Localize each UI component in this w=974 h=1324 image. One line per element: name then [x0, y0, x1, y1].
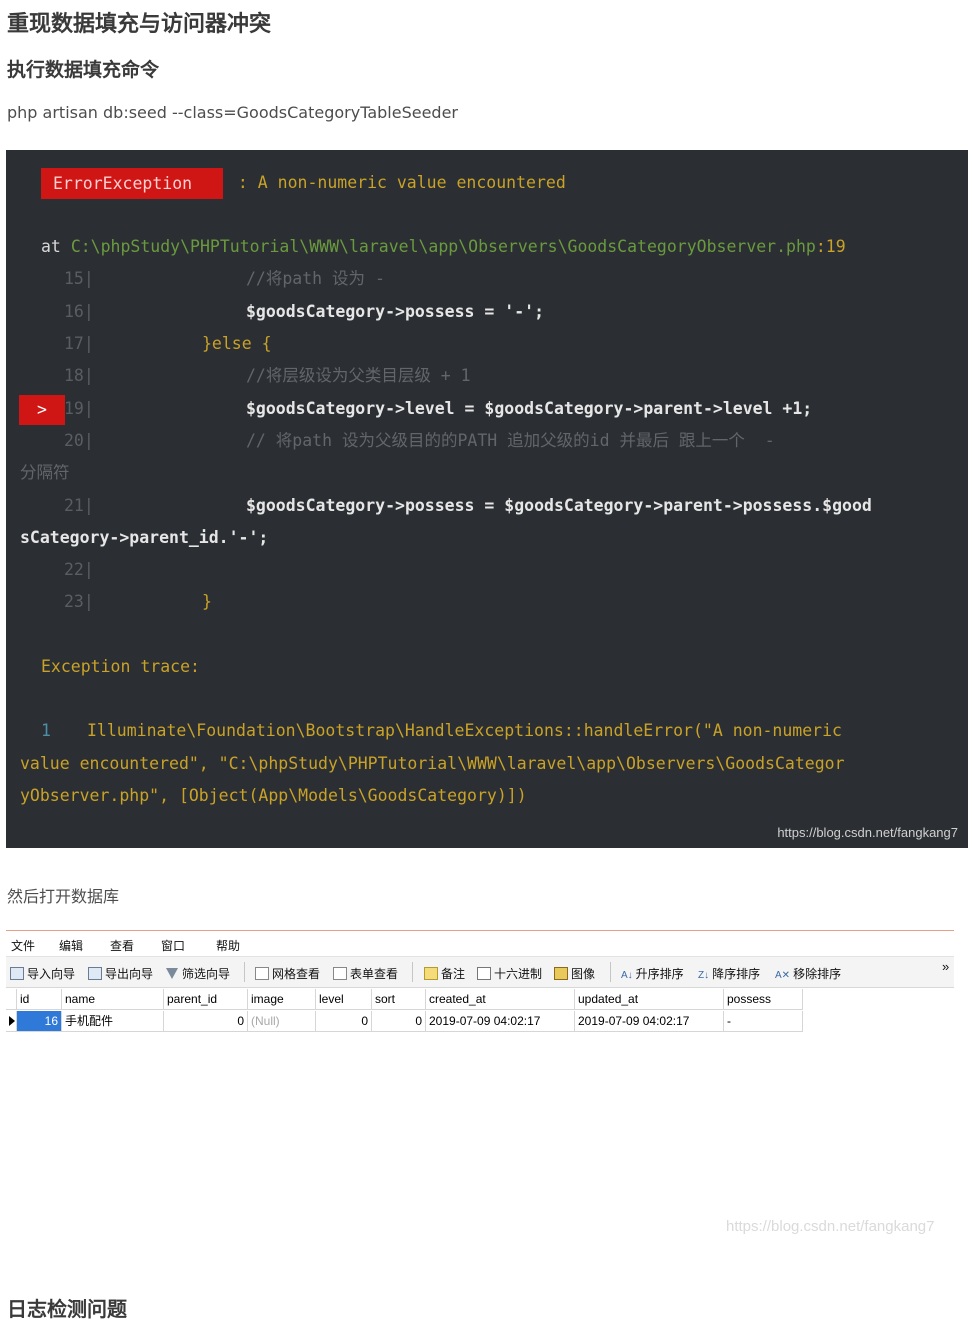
cell-possess[interactable]: -	[724, 1011, 803, 1032]
cell-created-at[interactable]: 2019-07-09 04:02:17	[426, 1011, 575, 1032]
form-icon	[333, 967, 347, 980]
section-heading-log: 日志检测问题	[7, 1297, 127, 1321]
sort-ascending-button[interactable]: A↓ 升序排序	[621, 965, 684, 982]
sort-descending-button[interactable]: Z↓ 降序排序	[698, 965, 760, 982]
code-line-wrap: sCategory->parent_id.'-';	[20, 528, 269, 547]
grid-view-button[interactable]: 网格查看	[255, 965, 320, 982]
grid-icon	[255, 967, 269, 980]
error-exception-badge: ErrorException	[41, 168, 223, 199]
column-header[interactable]: image	[248, 989, 316, 1010]
image-button[interactable]: 图像	[554, 965, 595, 982]
open-database-text: 然后打开数据库	[7, 887, 120, 906]
watermark: https://blog.csdn.net/fangkang7	[726, 1218, 935, 1235]
column-header[interactable]: sort	[372, 989, 426, 1010]
trace-line: yObserver.php", [Object(App\Models\Goods…	[20, 786, 527, 805]
line-number: 22|	[64, 560, 94, 579]
code-line: }else {	[202, 334, 272, 353]
code-line-wrap: 分隔符	[20, 463, 70, 482]
code-line-highlighted: $goodsCategory->level = $goodsCategory->…	[246, 399, 813, 418]
column-header[interactable]: name	[62, 989, 164, 1010]
cell-sort[interactable]: 0	[372, 1011, 426, 1032]
cell-name[interactable]: 手机配件	[62, 1011, 164, 1032]
line-number: 15|	[64, 269, 94, 288]
remove-sort-button[interactable]: A✕ 移除排序	[775, 965, 841, 982]
code-line: }	[202, 592, 212, 611]
image-icon	[554, 967, 568, 980]
column-header[interactable]: parent_id	[164, 989, 248, 1010]
line-number: 23|	[64, 592, 94, 611]
filter-wizard-button[interactable]: 筛选向导	[166, 965, 230, 982]
seed-command-text: php artisan db:seed --class=GoodsCategor…	[7, 103, 458, 122]
line-number: 16|	[64, 302, 94, 321]
error-message: : A non-numeric value encountered	[228, 173, 566, 192]
import-icon	[10, 967, 24, 980]
export-icon	[88, 967, 102, 980]
code-line: $goodsCategory->possess = $goodsCategory…	[246, 496, 872, 515]
line-number: 17|	[64, 334, 94, 353]
menu-view[interactable]: 查看	[110, 937, 134, 954]
line-number: 18|	[64, 366, 94, 385]
terminal-error-screenshot: ErrorException : A non-numeric value enc…	[6, 150, 968, 848]
menu-file[interactable]: 文件	[11, 937, 35, 954]
column-header[interactable]: updated_at	[575, 989, 724, 1010]
toolbar-separator	[610, 962, 611, 982]
current-line-arrow-badge: >	[19, 395, 65, 425]
watermark: https://blog.csdn.net/fangkang7	[777, 825, 958, 840]
row-selector-arrow-icon	[6, 1011, 17, 1032]
line-number: 21|	[64, 496, 94, 515]
remove-sort-icon: A✕	[775, 970, 791, 981]
cell-level[interactable]: 0	[316, 1011, 372, 1032]
export-wizard-button[interactable]: 导出向导	[88, 965, 153, 982]
form-view-button[interactable]: 表单查看	[333, 965, 398, 982]
toolbar-separator	[244, 962, 245, 982]
sort-ascending-icon: A↓	[621, 970, 633, 981]
memo-button[interactable]: 备注	[424, 965, 465, 982]
toolbar-overflow-button[interactable]: »	[942, 959, 949, 974]
import-wizard-button[interactable]: 导入向导	[10, 965, 75, 982]
database-tool-screenshot: 文件 编辑 查看 窗口 帮助 导入向导 导出向导 筛选向导 网格查看 表单查看 …	[6, 930, 956, 1040]
code-line: $goodsCategory->possess = '-';	[246, 302, 545, 321]
line-number: 19|	[64, 399, 94, 418]
toolbar: 导入向导 导出向导 筛选向导 网格查看 表单查看 备注 十六进制 图像 A↓ 升序…	[6, 957, 954, 988]
column-header[interactable]: level	[316, 989, 372, 1010]
code-line: //将层级设为父类目层级 + 1	[246, 366, 471, 385]
error-location: at C:\phpStudy\PHPTutorial\WWW\laravel\a…	[41, 237, 846, 256]
toolbar-separator	[412, 962, 413, 982]
column-header[interactable]: id	[17, 989, 62, 1010]
menu-help[interactable]: 帮助	[216, 937, 240, 954]
hex-icon	[477, 967, 491, 980]
menu-bar: 文件 编辑 查看 窗口 帮助	[6, 930, 954, 957]
column-header[interactable]: created_at	[426, 989, 575, 1010]
column-header[interactable]: possess	[724, 989, 803, 1010]
row-selector-header	[6, 989, 17, 1010]
section-heading-seed: 执行数据填充命令	[7, 59, 160, 81]
code-line: // 将path 设为父级目的的PATH 追加父级的id 并最后 跟上一个 -	[246, 431, 775, 450]
line-number: 20|	[64, 431, 94, 450]
trace-line: value encountered", "C:\phpStudy\PHPTuto…	[20, 754, 845, 773]
cell-image[interactable]: (Null)	[248, 1011, 316, 1032]
exception-trace-title: Exception trace:	[41, 657, 200, 676]
sort-descending-icon: Z↓	[698, 970, 710, 981]
hex-button[interactable]: 十六进制	[477, 965, 542, 982]
trace-number: 1	[41, 721, 51, 740]
trace-line: Illuminate\Foundation\Bootstrap\HandleEx…	[87, 721, 842, 740]
cell-id[interactable]: 16	[17, 1011, 62, 1032]
menu-window[interactable]: 窗口	[161, 937, 185, 954]
article-title: 重现数据填充与访问器冲突	[7, 12, 272, 37]
filter-icon	[166, 968, 178, 979]
menu-edit[interactable]: 编辑	[59, 937, 83, 954]
note-icon	[424, 967, 438, 980]
code-line: //将path 设为 -	[246, 269, 385, 288]
cell-updated-at[interactable]: 2019-07-09 04:02:17	[575, 1011, 724, 1032]
cell-parent-id[interactable]: 0	[164, 1011, 248, 1032]
